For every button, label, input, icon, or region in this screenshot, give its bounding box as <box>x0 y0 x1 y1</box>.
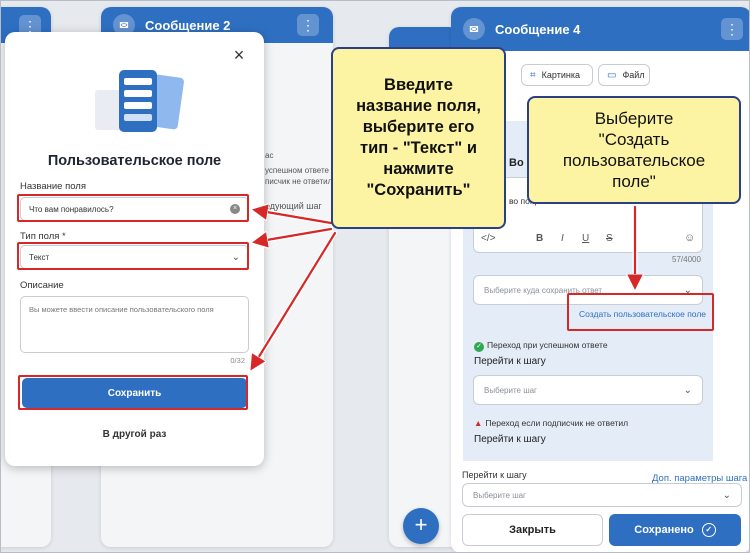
callout-left-line: выберите его <box>362 118 475 136</box>
callout-left-line: Введите <box>384 76 453 94</box>
callout-left-line: "Сохранить" <box>366 181 471 199</box>
callout-left: Введите название поля, выберите его тип … <box>331 47 506 229</box>
callout-right-line: поле" <box>612 172 656 191</box>
arrow-to-name-field <box>255 210 333 225</box>
callout-left-line: нажмите <box>383 160 454 178</box>
screenshot-stage: ⋮ ✉ Сообщение 2 ⋮ ас успешном ответе пис… <box>0 0 750 553</box>
callout-left-line: название поля, <box>356 97 481 115</box>
callout-left-line: тип - "Текст" и <box>360 139 477 157</box>
arrow-to-type-field <box>255 227 333 242</box>
callout-right-line: Выберите <box>594 109 674 128</box>
callout-right-line: пользовательское <box>562 151 706 170</box>
callout-right-line: "Создать <box>598 130 670 149</box>
arrow-to-save-button <box>252 231 337 368</box>
callout-right: Выберите "Создать пользовательское поле" <box>527 96 741 204</box>
